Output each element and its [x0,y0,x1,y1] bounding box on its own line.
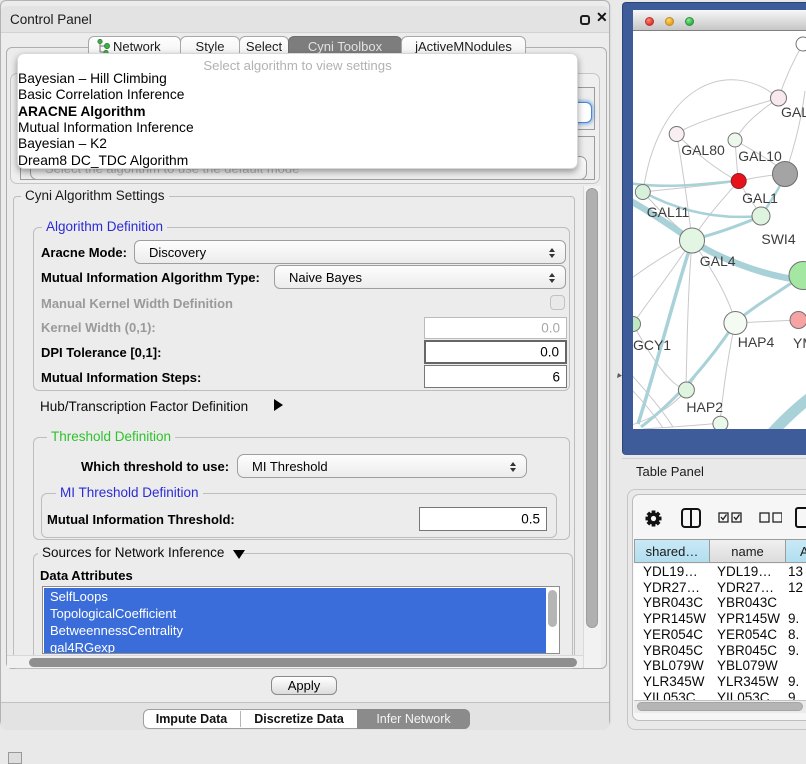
svg-text:HAP2: HAP2 [686,399,723,415]
svg-text:YM: YM [793,335,806,351]
svg-text:GAL7: GAL7 [781,104,806,120]
svg-text:HAP4: HAP4 [738,334,775,350]
svg-text:GAL4: GAL4 [700,253,736,269]
svg-text:GAL80: GAL80 [681,142,725,158]
svg-text:SWI4: SWI4 [761,231,795,247]
svg-text:GAL1: GAL1 [742,190,778,206]
svg-text:GCY1: GCY1 [633,337,671,353]
svg-text:GAL11: GAL11 [647,204,690,220]
svg-text:GAL10: GAL10 [738,148,782,164]
